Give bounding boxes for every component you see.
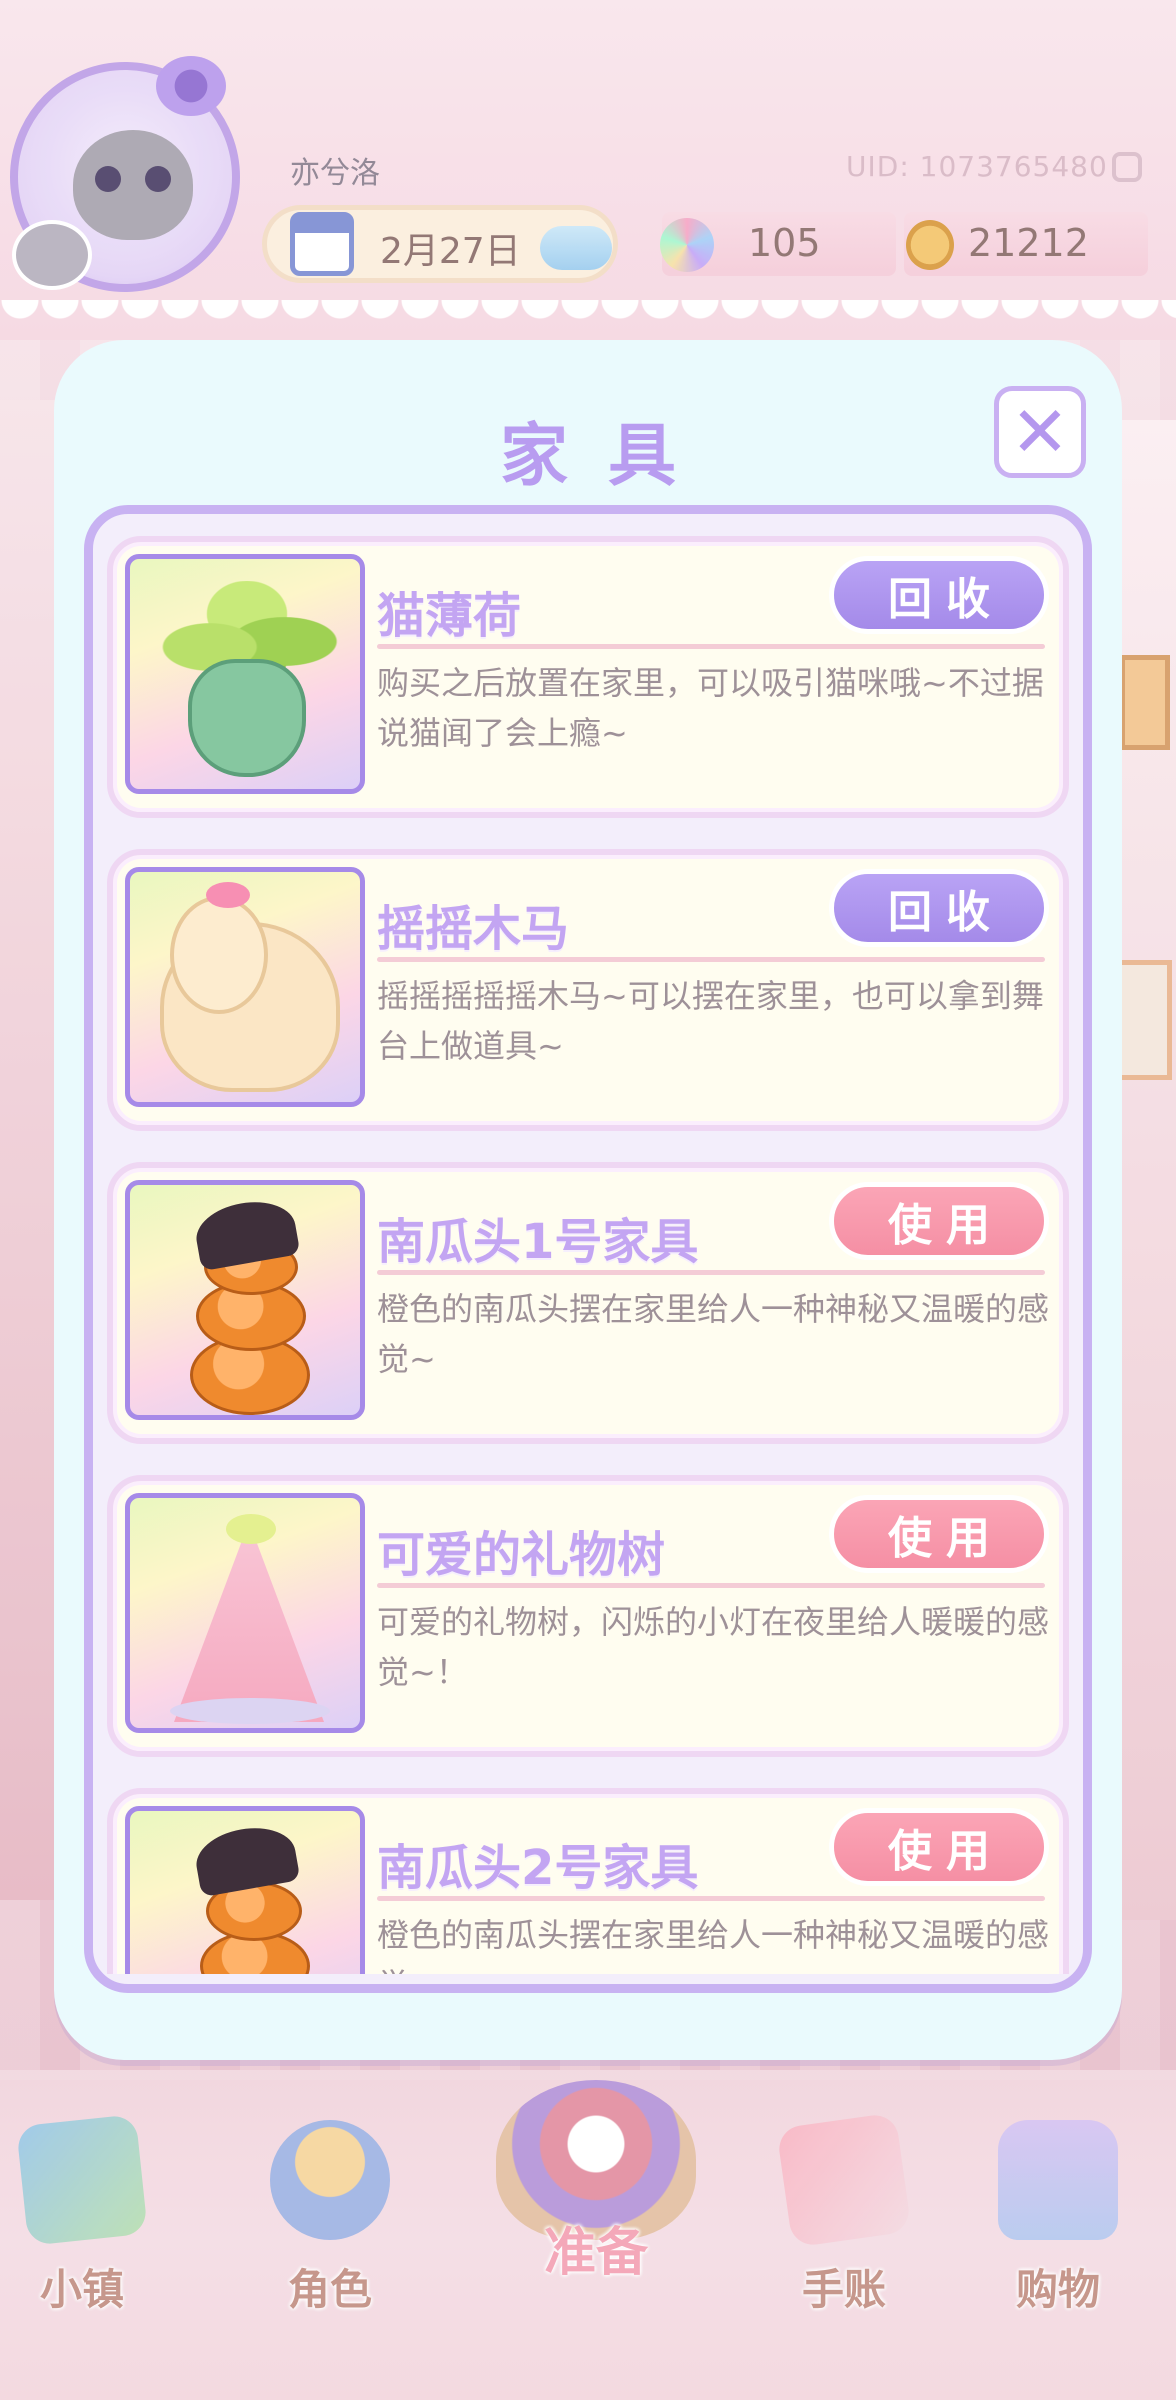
catnip-pot-icon xyxy=(188,659,306,777)
item-thumbnail xyxy=(125,1806,365,1974)
furniture-list[interactable]: 猫薄荷 回收 购买之后放置在家里，可以吸引猫咪哦~不过据说猫闻了会上瘾~ 摇摇木… xyxy=(84,505,1092,1993)
furniture-card: 猫薄荷 回收 购买之后放置在家里，可以吸引猫咪哦~不过据说猫闻了会上瘾~ xyxy=(107,536,1069,818)
close-icon: ✕ xyxy=(1010,391,1070,473)
tree-base-icon xyxy=(170,1698,330,1724)
item-thumbnail xyxy=(125,554,365,794)
item-description: 橙色的南瓜头摆在家里给人一种神秘又温暖的感觉~ xyxy=(377,1290,1050,1378)
item-name: 南瓜头1号家具 xyxy=(377,1214,699,1270)
item-name: 摇摇木马 xyxy=(377,901,570,957)
card-divider xyxy=(377,957,1045,962)
furniture-card: 可爱的礼物树 使用 可爱的礼物树，闪烁的小灯在夜里给人暖暖的感觉~！ xyxy=(107,1475,1069,1757)
furniture-card: 南瓜头2号家具 使用 橙色的南瓜头摆在家里给人一种神秘又温暖的感觉~ xyxy=(107,1788,1069,1974)
card-divider xyxy=(377,644,1045,649)
card-divider xyxy=(377,1583,1045,1588)
card-divider xyxy=(377,1270,1045,1275)
item-description: 购买之后放置在家里，可以吸引猫咪哦~不过据说猫闻了会上瘾~ xyxy=(377,664,1044,752)
use-button[interactable]: 使用 xyxy=(829,1182,1049,1260)
furniture-dialog: 家具 ✕ 猫薄荷 回收 购买之后放置在家里，可以吸引猫咪哦~不过据说猫闻了会上瘾… xyxy=(54,340,1122,2060)
use-button[interactable]: 使用 xyxy=(829,1808,1049,1886)
recycle-button[interactable]: 回收 xyxy=(829,869,1049,947)
item-description: 摇摇摇摇摇木马~可以摆在家里，也可以拿到舞台上做道具~ xyxy=(377,977,1044,1065)
item-thumbnail xyxy=(125,1493,365,1733)
rocking-alpaca-icon xyxy=(160,896,340,1092)
item-description: 橙色的南瓜头摆在家里给人一种神秘又温暖的感觉~ xyxy=(377,1916,1050,1974)
furniture-list-scroll[interactable]: 猫薄荷 回收 购买之后放置在家里，可以吸引猫咪哦~不过据说猫闻了会上瘾~ 摇摇木… xyxy=(93,514,1083,1974)
close-button[interactable]: ✕ xyxy=(994,386,1086,478)
item-name: 可爱的礼物树 xyxy=(377,1527,666,1583)
recycle-button[interactable]: 回收 xyxy=(829,556,1049,634)
item-thumbnail xyxy=(125,867,365,1107)
furniture-card: 南瓜头1号家具 使用 橙色的南瓜头摆在家里给人一种神秘又温暖的感觉~ xyxy=(107,1162,1069,1444)
dialog-title: 家具 xyxy=(499,417,716,496)
pink-bow-icon xyxy=(206,882,250,908)
tree-bow-icon xyxy=(226,1514,276,1544)
use-button[interactable]: 使用 xyxy=(829,1495,1049,1573)
witch-hat-icon xyxy=(191,1820,301,1898)
item-name: 猫薄荷 xyxy=(377,588,522,644)
gift-tree-icon xyxy=(174,1522,324,1722)
card-divider xyxy=(377,1896,1045,1901)
item-thumbnail xyxy=(125,1180,365,1420)
item-name: 南瓜头2号家具 xyxy=(377,1840,699,1896)
item-description: 可爱的礼物树，闪烁的小灯在夜里给人暖暖的感觉~！ xyxy=(377,1603,1050,1691)
furniture-card: 摇摇木马 回收 摇摇摇摇摇木马~可以摆在家里，也可以拿到舞台上做道具~ xyxy=(107,849,1069,1131)
